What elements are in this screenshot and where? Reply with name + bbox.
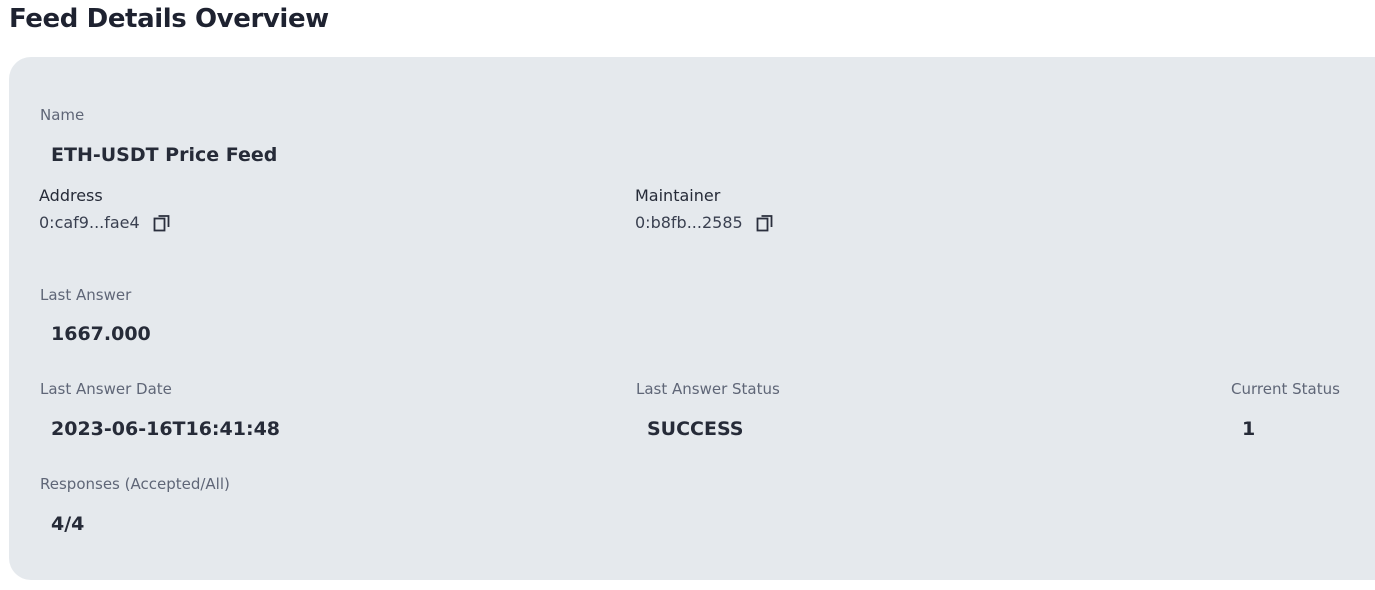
last-answer-date-label: Last Answer Date xyxy=(40,380,172,398)
current-status-value: 1 xyxy=(1242,418,1256,440)
name-value: ETH-USDT Price Feed xyxy=(51,144,278,166)
last-answer-label: Last Answer xyxy=(40,286,132,304)
last-answer-status-label: Last Answer Status xyxy=(636,380,780,398)
last-answer-value: 1667.000 xyxy=(51,323,151,345)
address-value: 0:caf9...fae4 xyxy=(39,213,140,232)
last-answer-status-field: Last Answer Status SUCCESS xyxy=(636,379,780,441)
last-answer-date-field: Last Answer Date 2023-06-16T16:41:48 xyxy=(40,379,280,441)
page-title: Feed Details Overview xyxy=(9,4,329,34)
address-label: Address xyxy=(39,186,103,205)
responses-label: Responses (Accepted/All) xyxy=(40,475,230,493)
current-status-label: Current Status xyxy=(1231,380,1340,398)
current-status-field: Current Status 1 xyxy=(1231,379,1340,441)
address-field: Address 0:caf9...fae4 xyxy=(39,185,172,233)
maintainer-row: 0:b8fb...2585 xyxy=(635,213,775,233)
name-label: Name xyxy=(40,106,85,124)
address-row: 0:caf9...fae4 xyxy=(39,213,172,233)
maintainer-value: 0:b8fb...2585 xyxy=(635,213,743,232)
feed-details-card: Name ETH-USDT Price Feed Address 0:caf9.… xyxy=(9,57,1375,580)
last-answer-field: Last Answer 1667.000 xyxy=(40,285,151,346)
maintainer-field: Maintainer 0:b8fb...2585 xyxy=(635,185,775,233)
copy-address-icon[interactable] xyxy=(152,213,172,233)
responses-value: 4/4 xyxy=(51,513,85,535)
name-field: Name ETH-USDT Price Feed xyxy=(40,105,277,167)
last-answer-status-value: SUCCESS xyxy=(647,418,744,440)
responses-field: Responses (Accepted/All) 4/4 xyxy=(40,474,230,536)
last-answer-date-value: 2023-06-16T16:41:48 xyxy=(51,418,281,440)
maintainer-label: Maintainer xyxy=(635,186,721,205)
copy-maintainer-icon[interactable] xyxy=(755,213,775,233)
